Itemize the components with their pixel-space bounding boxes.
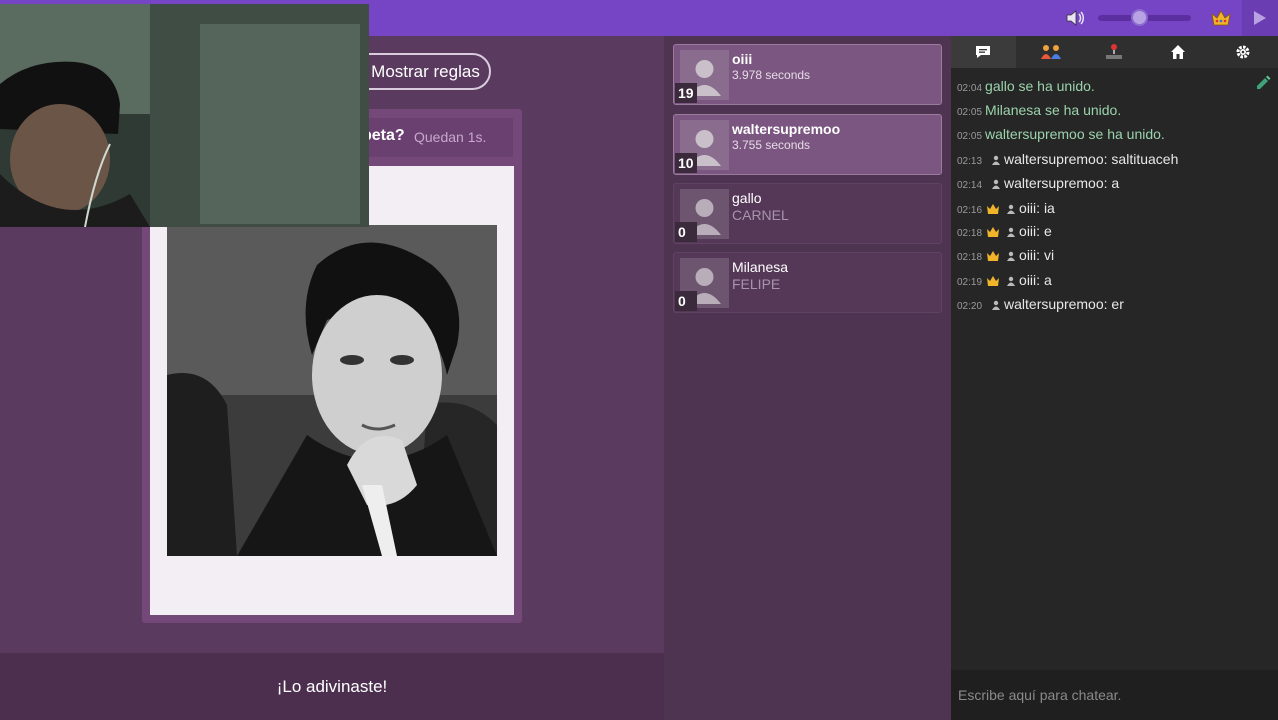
tab-chat[interactable] (951, 36, 1016, 68)
chat-message: 02:18 oiii: vi (957, 247, 1055, 263)
gear-icon (1236, 45, 1250, 59)
player-score: 19 (675, 83, 697, 103)
player-guess: FELIPE (732, 276, 781, 292)
user-icon (1007, 205, 1016, 215)
user-icon (992, 180, 1001, 190)
chat-message: 02:04 gallo se ha unido. (957, 78, 1095, 94)
player-card[interactable]: 0 gallo CARNEL (673, 183, 942, 244)
chat-tabs (951, 36, 1278, 68)
crown-icon[interactable] (1210, 7, 1232, 29)
chat-message: 02:19 oiii: a (957, 272, 1052, 288)
portrait-photo (167, 225, 497, 556)
crown-icon (987, 227, 1000, 238)
pencil-icon[interactable] (1255, 74, 1271, 90)
player-name: oiii (732, 51, 753, 67)
chat-icon (976, 46, 990, 58)
crown-icon (987, 251, 1000, 262)
player-time: 3.755 seconds (732, 138, 811, 152)
player-card[interactable]: 0 Milanesa FELIPE (673, 252, 942, 313)
guessed-message: ¡Lo adivinaste! (276, 677, 388, 696)
user-icon (992, 301, 1001, 311)
player-guess: CARNEL (732, 207, 789, 223)
tab-users[interactable] (1016, 36, 1081, 68)
webcam-overlay (0, 4, 369, 227)
player-name: Milanesa (732, 259, 789, 275)
tab-game[interactable] (1081, 36, 1146, 68)
home-icon (1171, 45, 1185, 59)
question-timer: Quedan 1s. (414, 129, 487, 145)
play-button[interactable] (1242, 0, 1278, 36)
chat-message: 02:18 oiii: e (957, 223, 1052, 239)
joystick-icon (1106, 44, 1122, 59)
users-icon (1041, 45, 1061, 59)
chat-input[interactable] (951, 670, 1278, 720)
player-name: waltersupremoo (732, 121, 841, 137)
player-time: 3.978 seconds (732, 68, 811, 82)
volume-slider-handle[interactable] (1131, 9, 1148, 26)
player-score: 0 (675, 222, 697, 242)
chat-message: 02:20 waltersupremoo: er (957, 296, 1124, 312)
user-icon (1007, 252, 1016, 262)
chat-message: 02:05 Milanesa se ha unido. (957, 102, 1122, 118)
user-icon (1007, 277, 1016, 287)
crown-icon (987, 204, 1000, 215)
player-score: 0 (675, 291, 697, 311)
player-card[interactable]: 10 waltersupremoo 3.755 seconds (673, 114, 942, 175)
player-score: 10 (675, 153, 697, 173)
tab-settings[interactable] (1211, 36, 1276, 68)
user-icon (992, 156, 1001, 166)
play-icon (1254, 11, 1266, 25)
chat-message: 02:13 waltersupremoo: saltituaceh (957, 151, 1179, 167)
tab-home[interactable] (1146, 36, 1211, 68)
user-icon (1007, 228, 1016, 238)
player-name: gallo (732, 190, 762, 206)
speaker-icon[interactable] (1064, 7, 1086, 29)
chat-message: 02:05 waltersupremoo se ha unido. (957, 126, 1165, 142)
crown-icon (987, 276, 1000, 287)
chat-message: 02:14 waltersupremoo: a (957, 175, 1120, 191)
chat-message: 02:16 oiii: ia (957, 200, 1055, 216)
player-card[interactable]: 19 oiii 3.978 seconds (673, 44, 942, 105)
